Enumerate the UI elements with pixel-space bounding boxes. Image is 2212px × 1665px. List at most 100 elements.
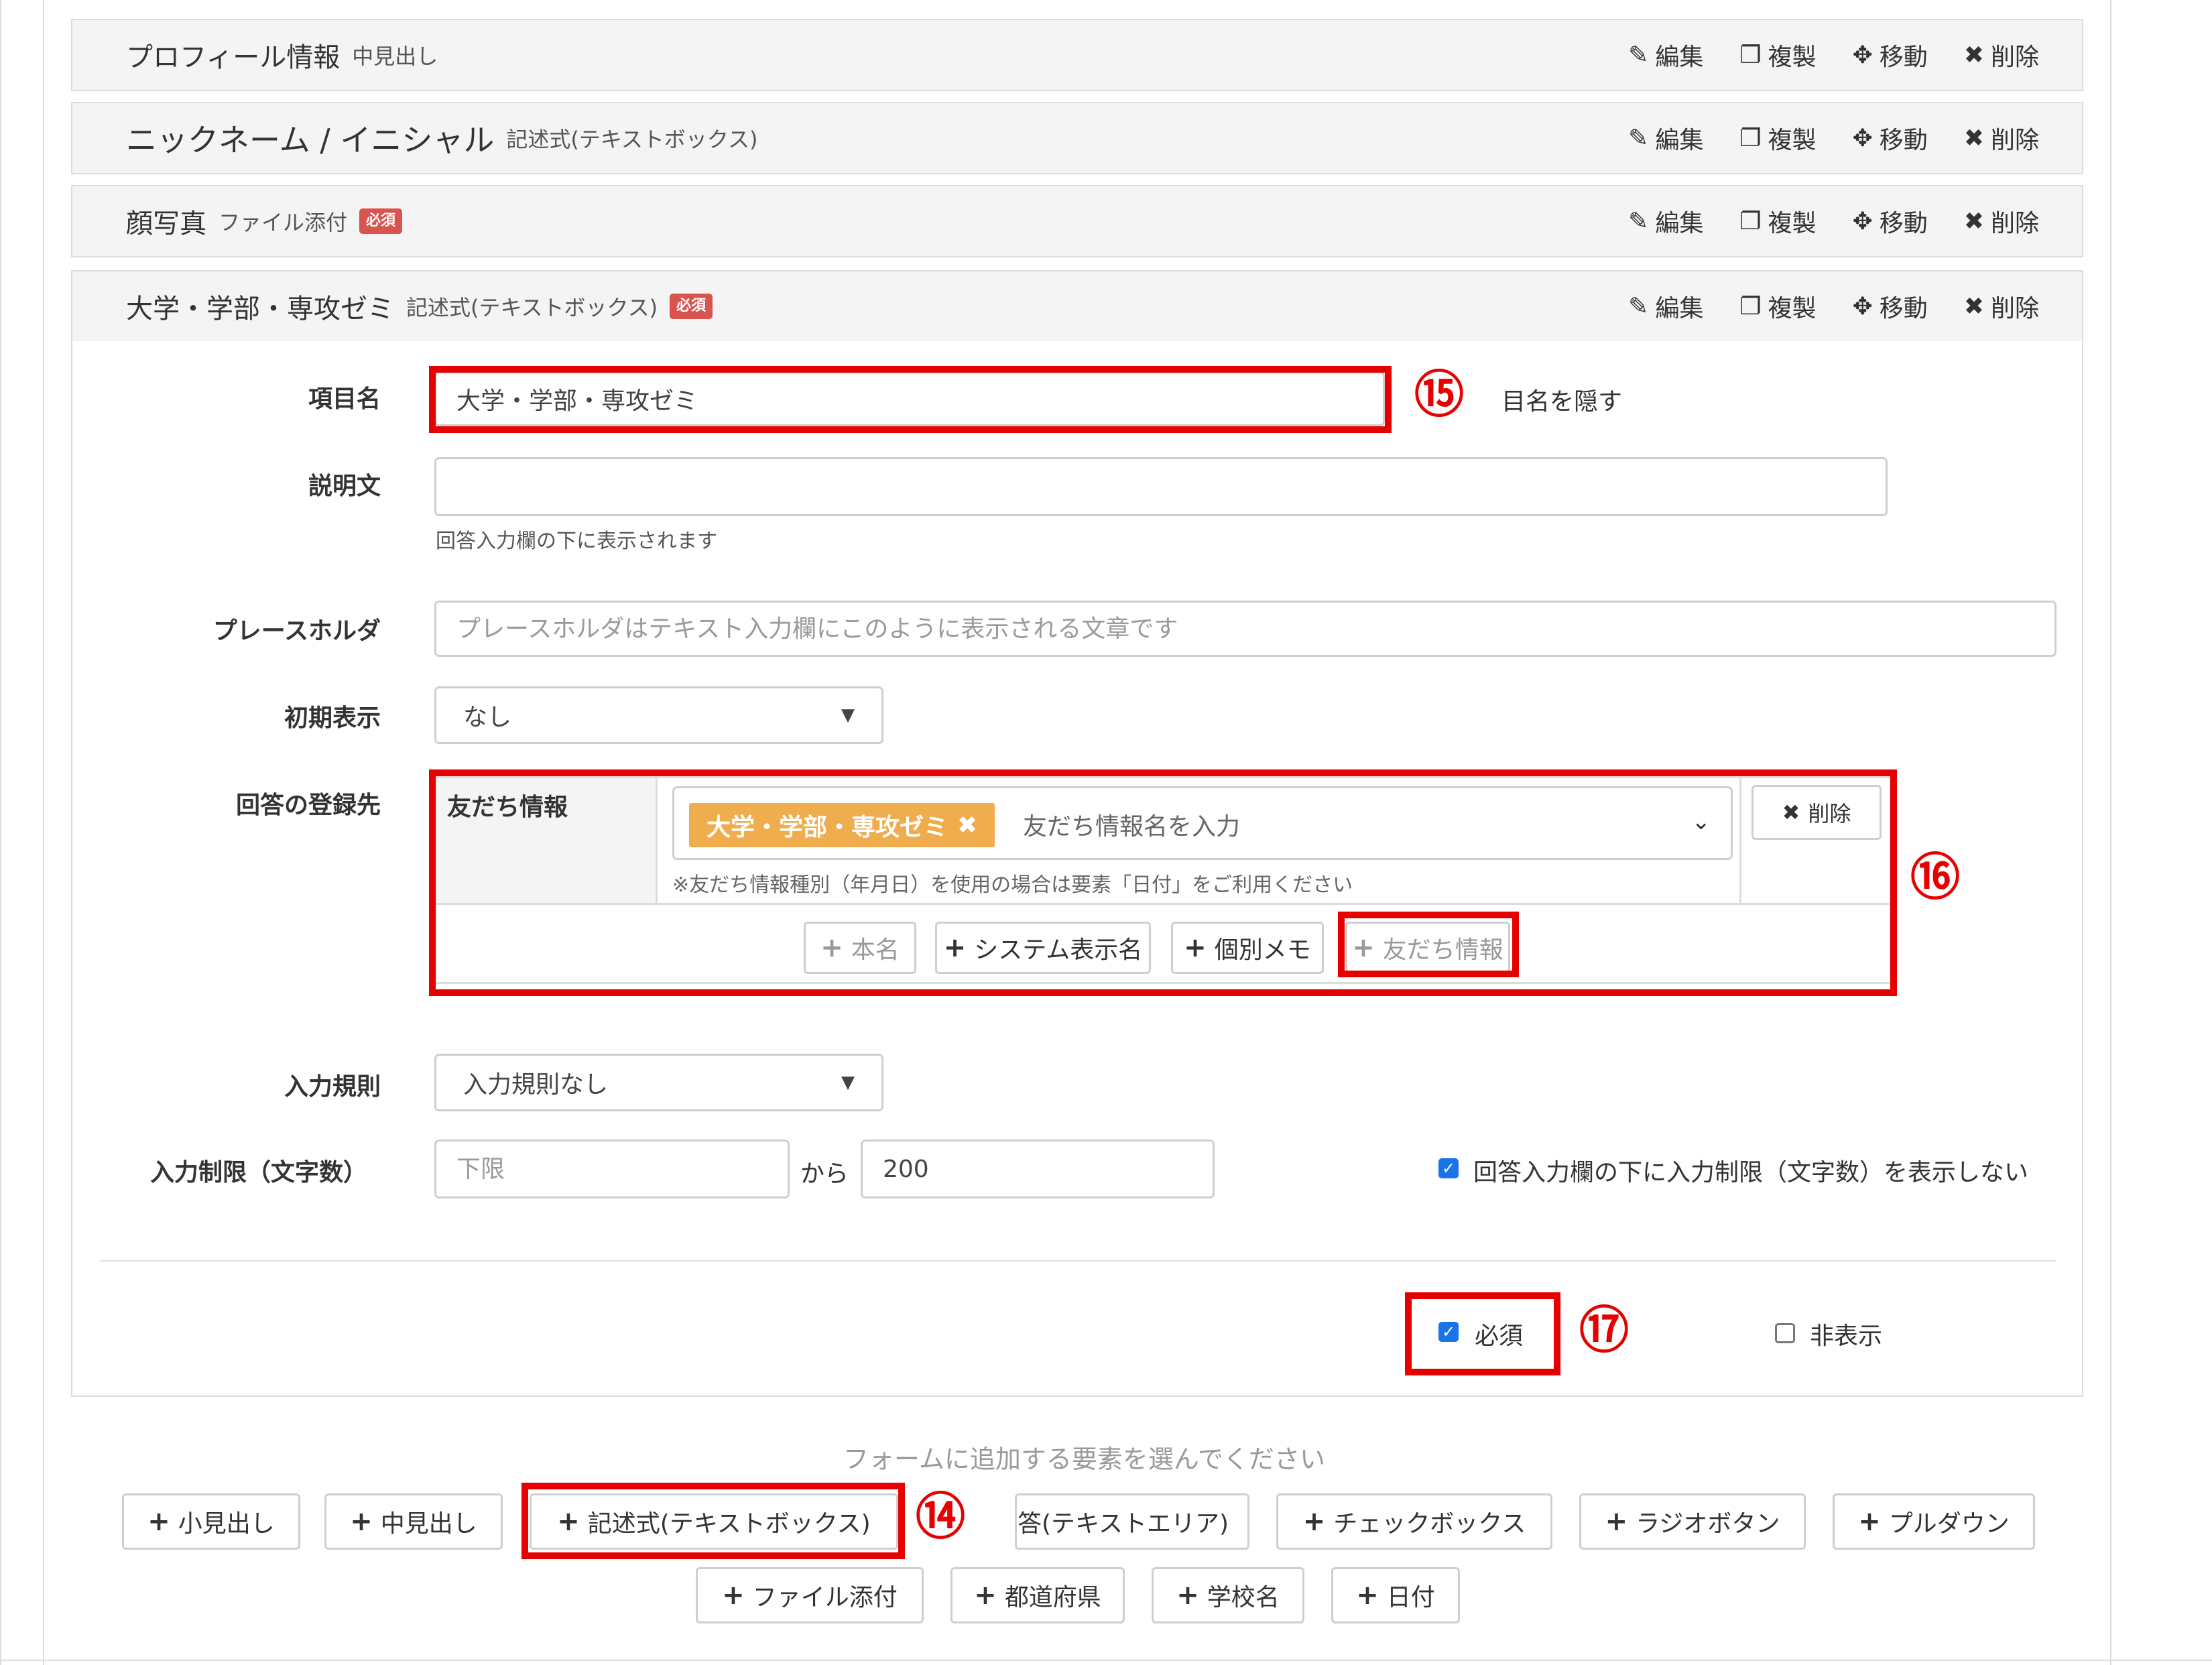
- edit-button[interactable]: ✎ 編集: [1628, 204, 1703, 239]
- add-real-name-button[interactable]: + 本名: [804, 922, 916, 974]
- selected-tag: 大学・学部・専攻ゼミ ✖: [689, 803, 995, 847]
- input-rule-select[interactable]: 入力規則なし ▼: [434, 1054, 883, 1111]
- required-badge: 必須: [359, 208, 403, 234]
- row-actions: ✎ 編集 ❐ 複製 ✥ 移動 ✖ 削除: [1628, 271, 2039, 341]
- edit-button[interactable]: ✎ 編集: [1628, 289, 1703, 324]
- row-actions: ✎ 編集 ❐ 複製 ✥ 移動 ✖ 削除: [1628, 186, 2039, 256]
- move-button[interactable]: ✥ 移動: [1853, 38, 1928, 72]
- add-date-button[interactable]: + 日付: [1331, 1567, 1460, 1623]
- add-medium-heading-button[interactable]: + 中見出し: [324, 1493, 503, 1550]
- hidden-checkbox[interactable]: [1775, 1323, 1795, 1343]
- add-system-name-label: システム表示名: [974, 936, 1143, 964]
- registration-label: 回答の登録先: [235, 792, 381, 819]
- input-limit-max[interactable]: [861, 1139, 1215, 1198]
- delete-button[interactable]: ✖ 削除: [1964, 204, 2039, 239]
- add-small-heading-button[interactable]: + 小見出し: [122, 1493, 300, 1550]
- delete-label: 削除: [1990, 127, 2039, 154]
- add-school-label: 学校名: [1207, 1584, 1280, 1611]
- duplicate-label: 複製: [1768, 44, 1817, 71]
- initial-display-select[interactable]: なし ▼: [434, 686, 883, 744]
- move-label: 移動: [1879, 210, 1928, 237]
- move-button[interactable]: ✥ 移動: [1853, 204, 1928, 239]
- add-school-button[interactable]: + 学校名: [1152, 1567, 1304, 1623]
- duplicate-button[interactable]: ❐ 複製: [1739, 289, 1816, 324]
- hide-limit-checkbox[interactable]: ✓: [1438, 1158, 1459, 1178]
- form-item-row[interactable]: プロフィール情報 中見出し ✎ 編集 ❐ 複製 ✥ 移動 ✖ 削除: [71, 19, 2083, 91]
- add-checkbox-button[interactable]: + チェックボックス: [1276, 1493, 1552, 1550]
- close-icon: ✖: [1782, 800, 1800, 825]
- duplicate-button[interactable]: ❐ 複製: [1739, 38, 1816, 72]
- move-arrows-icon: ✥: [1852, 207, 1873, 235]
- selected-tag-label: 大学・学部・専攻ゼミ: [706, 814, 948, 841]
- duplicate-button[interactable]: ❐ 複製: [1739, 121, 1816, 156]
- edit-label: 編集: [1655, 295, 1704, 322]
- frame-border-bottom: [0, 1660, 2212, 1661]
- add-file-button[interactable]: + ファイル添付: [696, 1567, 924, 1623]
- item-name-input[interactable]: [434, 371, 1385, 426]
- move-arrows-icon: ✥: [1852, 292, 1873, 320]
- duplicate-button[interactable]: ❐ 複製: [1739, 204, 1816, 239]
- add-friend-info-button[interactable]: + 友だち情報: [1345, 922, 1510, 974]
- add-prefecture-button[interactable]: + 都道府県: [950, 1567, 1125, 1623]
- registration-split: [1739, 778, 1741, 903]
- plus-icon: +: [1605, 1506, 1628, 1537]
- annotation-number-14: ⑭: [916, 1488, 965, 1546]
- required-checkbox[interactable]: ✓: [1438, 1322, 1459, 1342]
- description-input[interactable]: [434, 457, 1888, 516]
- form-item-row[interactable]: 顔写真 ファイル添付 必須 ✎ 編集 ❐ 複製 ✥ 移動 ✖ 削除: [71, 185, 2083, 257]
- item-title: プロフィール情報 中見出し: [126, 20, 438, 90]
- annotation-number-15: ⑮: [1414, 366, 1464, 424]
- registration-delete-button[interactable]: ✖ 削除: [1752, 785, 1882, 840]
- delete-button[interactable]: ✖ 削除: [1964, 289, 2039, 324]
- add-system-name-button[interactable]: + システム表示名: [935, 922, 1151, 974]
- friend-info-tag-select[interactable]: 大学・学部・専攻ゼミ ✖ 友だち情報名を入力 ⌄: [672, 786, 1733, 860]
- plus-icon: +: [1302, 1506, 1326, 1537]
- item-title-text: 大学・学部・専攻ゼミ: [126, 294, 394, 324]
- add-small-heading-label: 小見出し: [178, 1510, 275, 1538]
- registration-delete-label: 削除: [1808, 801, 1851, 826]
- add-textbox-button[interactable]: + 記述式(テキストボックス): [530, 1493, 898, 1550]
- chevron-down-icon[interactable]: ⌄: [1692, 808, 1711, 835]
- edit-button[interactable]: ✎ 編集: [1628, 121, 1703, 156]
- item-title: ニックネーム / イニシャル 記述式(テキストボックス): [126, 103, 757, 173]
- initial-display-value: なし: [463, 704, 512, 731]
- expanded-item-header[interactable]: 大学・学部・専攻ゼミ 記述式(テキストボックス) 必須 ✎ 編集 ❐ 複製 ✥ 移動 …: [72, 271, 2082, 341]
- input-limit-min[interactable]: [434, 1139, 790, 1198]
- pencil-icon: ✎: [1628, 41, 1649, 69]
- edit-button[interactable]: ✎ 編集: [1628, 38, 1703, 72]
- move-arrows-icon: ✥: [1852, 41, 1873, 69]
- item-type-text: 記述式(テキストボックス): [506, 127, 758, 152]
- pencil-icon: ✎: [1628, 292, 1649, 320]
- frame-column-right: [2110, 0, 2111, 1665]
- add-textarea-button[interactable]: 答(テキストエリア): [1015, 1493, 1249, 1550]
- edit-label: 編集: [1655, 44, 1704, 71]
- add-radio-button[interactable]: + ラジオボタン: [1579, 1493, 1806, 1550]
- add-dropdown-button[interactable]: + プルダウン: [1833, 1493, 2035, 1550]
- add-memo-button[interactable]: + 個別メモ: [1171, 922, 1324, 974]
- tag-remove-icon[interactable]: ✖: [957, 812, 977, 839]
- form-item-row[interactable]: ニックネーム / イニシャル 記述式(テキストボックス) ✎ 編集 ❐ 複製 ✥ 移動…: [71, 102, 2083, 174]
- registration-header-cell: 友だち情報: [436, 778, 658, 903]
- copy-icon: ❐: [1739, 41, 1762, 69]
- registration-note: ※友だち情報種別（年月日）を使用の場合は要素「日付」をご利用ください: [672, 873, 1353, 897]
- delete-button[interactable]: ✖ 削除: [1964, 38, 2039, 72]
- plus-icon: +: [722, 1580, 745, 1611]
- plus-icon: +: [1356, 1580, 1379, 1611]
- placeholder-input[interactable]: [434, 601, 2056, 657]
- plus-icon: +: [147, 1506, 170, 1537]
- tag-input-placeholder[interactable]: 友だち情報名を入力: [1023, 807, 1240, 842]
- hide-name-label[interactable]: 目名を隠す: [1501, 382, 1622, 417]
- annotation-number-17: ⑰: [1579, 1302, 1629, 1359]
- move-button[interactable]: ✥ 移動: [1853, 121, 1928, 156]
- add-textarea-label: 答(テキストエリア): [1017, 1510, 1229, 1538]
- copy-icon: ❐: [1739, 207, 1762, 235]
- delete-button[interactable]: ✖ 削除: [1964, 121, 2039, 156]
- delete-label: 削除: [1990, 210, 2039, 237]
- placeholder-label: プレースホルダ: [212, 617, 381, 645]
- input-rule-label: 入力規則: [284, 1073, 381, 1101]
- move-button[interactable]: ✥ 移動: [1853, 289, 1928, 324]
- duplicate-label: 複製: [1768, 295, 1817, 322]
- duplicate-label: 複製: [1768, 127, 1817, 154]
- description-help: 回答入力欄の下に表示されます: [436, 530, 717, 553]
- close-icon: ✖: [1963, 207, 1984, 235]
